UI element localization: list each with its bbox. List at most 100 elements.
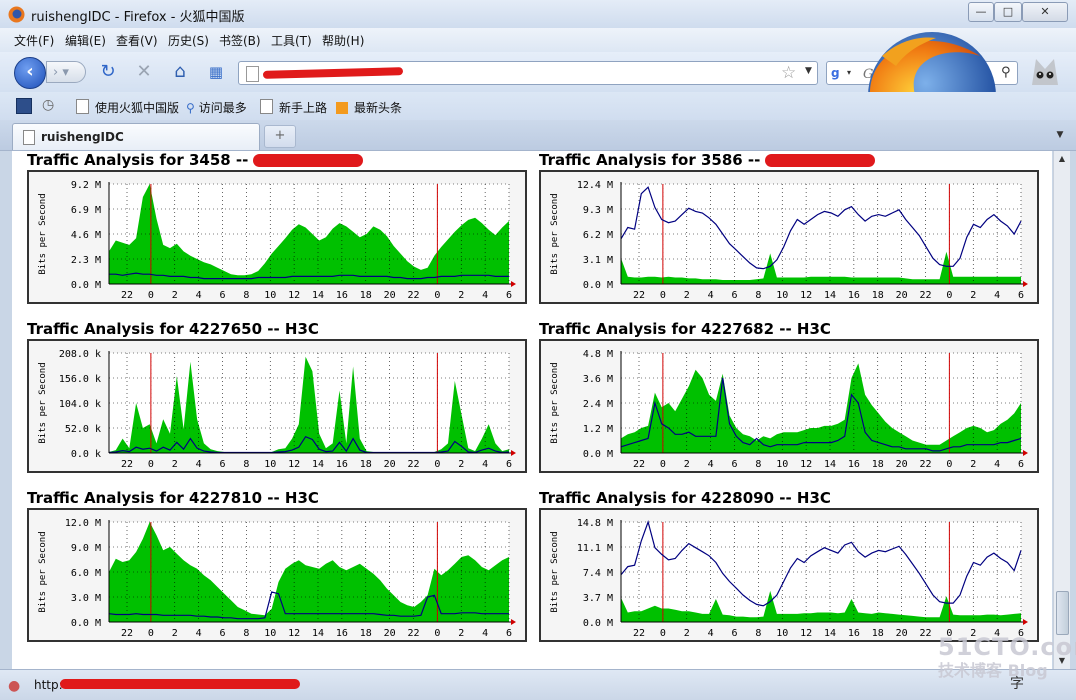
x-tick-label: 0 [434, 628, 440, 639]
x-tick-label: 4 [482, 459, 488, 470]
x-tick-label: 10 [776, 459, 788, 470]
menu-view[interactable]: 查看(V) [116, 32, 158, 49]
x-tick-label: 10 [776, 628, 788, 639]
home-icon[interactable]: ⌂ [170, 62, 190, 82]
forward-button[interactable]: › ▾ [46, 61, 86, 83]
bookmarks-menu-icon[interactable] [16, 98, 32, 114]
y-tick-label: 4.8 M [583, 349, 613, 360]
menu-file[interactable]: 文件(F) [14, 32, 54, 49]
x-tick-label: 0 [660, 628, 666, 639]
bookmark-label: 使用火狐中国版 [95, 101, 180, 115]
x-tick-label: 12 [288, 628, 300, 639]
menu-bookmarks[interactable]: 书签(B) [219, 32, 261, 49]
y-tick-label: 9.3 M [583, 205, 613, 216]
x-tick-label: 18 [872, 290, 884, 301]
axis-arrow-icon [1023, 450, 1028, 456]
y-axis-label: Bits per Second [38, 531, 48, 612]
x-tick-label: 22 [919, 459, 931, 470]
x-tick-label: 18 [872, 459, 884, 470]
y-tick-label: 6.9 M [71, 205, 101, 216]
bookmark-item[interactable]: 新手上路 [260, 99, 327, 116]
x-tick-label: 18 [872, 628, 884, 639]
x-tick-label: 2 [970, 459, 976, 470]
tab-bar: ruishengIDC + ▼ [0, 120, 1076, 151]
x-tick-label: 22 [633, 290, 645, 301]
graph-frame: 22 0 2 4 6 8 10 12 14 16 18 20 22 0 2 4 6 0.0 M 3.0 M 6.0 M… [27, 508, 527, 642]
y-tick-label: 2.3 M [71, 255, 101, 266]
maximize-button[interactable]: □ [994, 2, 1022, 22]
reload-icon[interactable]: ↻ [98, 62, 118, 82]
y-tick-label: 7.4 M [583, 568, 613, 579]
history-clock-icon[interactable]: ◷ [42, 97, 54, 113]
traffic-graph: 22 0 2 4 6 8 10 12 14 16 18 20 22 0 2 4 6 0.0 M 3.1 M 6.2 M… [550, 180, 1028, 301]
traffic-graph: 22 0 2 4 6 8 10 12 14 16 18 20 22 0 2 4 6 0.0 M 2.3 M 4.6 M… [38, 180, 516, 301]
x-tick-label: 4 [196, 290, 202, 301]
x-tick-label: 8 [755, 459, 761, 470]
axis-arrow-icon [511, 281, 516, 287]
x-tick-label: 6 [506, 628, 512, 639]
traffic-graph: 22 0 2 4 6 8 10 12 14 16 18 20 22 0 2 4 6 0.0 k 52.0 k 104.… [38, 349, 516, 470]
x-tick-label: 8 [243, 628, 249, 639]
x-tick-label: 2 [684, 459, 690, 470]
y-tick-label: 0.0 k [71, 449, 101, 460]
persona-mascot-icon [1032, 59, 1058, 85]
x-tick-label: 0 [660, 459, 666, 470]
y-tick-label: 3.6 M [583, 374, 613, 385]
x-tick-label: 12 [288, 290, 300, 301]
status-text: http: [34, 678, 63, 692]
x-tick-label: 2 [172, 459, 178, 470]
minimize-button[interactable]: — [968, 2, 994, 22]
x-tick-label: 20 [384, 459, 396, 470]
vertical-scrollbar[interactable]: ▲ ▼ [1053, 151, 1070, 669]
x-tick-label: 6 [731, 459, 737, 470]
x-tick-label: 4 [482, 290, 488, 301]
x-tick-label: 6 [1018, 459, 1024, 470]
bookmark-star-icon[interactable]: ☆ [781, 63, 796, 83]
bookmark-item[interactable]: 最新头条 [336, 99, 402, 116]
x-tick-label: 2 [458, 459, 464, 470]
rss-feed-icon [336, 102, 348, 114]
ime-indicator: 字 [1010, 676, 1024, 692]
stop-icon[interactable]: ✕ [134, 62, 154, 82]
menu-history[interactable]: 历史(S) [168, 32, 209, 49]
x-tick-label: 6 [219, 628, 225, 639]
menu-tools[interactable]: 工具(T) [271, 32, 312, 49]
x-tick-label: 4 [196, 459, 202, 470]
x-tick-label: 0 [434, 459, 440, 470]
x-tick-label: 6 [506, 459, 512, 470]
url-dropdown-icon[interactable]: ▼ [805, 66, 812, 76]
y-tick-label: 0.0 M [71, 618, 101, 629]
y-tick-label: 9.2 M [71, 180, 101, 191]
y-tick-label: 0.0 M [583, 618, 613, 629]
scroll-up-icon[interactable]: ▲ [1054, 151, 1070, 167]
graph-title: Traffic Analysis for 4228090 -- H3C [539, 489, 831, 507]
url-bar[interactable]: ☆ ▼ [238, 61, 818, 85]
x-tick-label: 22 [121, 459, 133, 470]
bookmark-item[interactable]: ⚲ 访问最多 [186, 99, 247, 116]
y-tick-label: 3.1 M [583, 255, 613, 266]
x-tick-label: 8 [243, 459, 249, 470]
watermark: 51CTO.com 技术博客 Blog [938, 633, 1076, 681]
x-tick-label: 8 [755, 290, 761, 301]
close-button[interactable]: ✕ [1022, 2, 1068, 22]
scroll-thumb[interactable] [1056, 591, 1069, 635]
new-tab-button[interactable]: + [264, 125, 296, 148]
windows-icon[interactable]: ▦ [206, 62, 226, 82]
back-button[interactable]: ‹ [14, 57, 46, 89]
y-tick-label: 0.0 M [583, 280, 613, 291]
page-content: Traffic Analysis for 3458 -- 22 0 2 4 6 8 10 12… [12, 151, 1052, 669]
page-icon [260, 99, 273, 114]
x-tick-label: 2 [970, 290, 976, 301]
x-tick-label: 10 [776, 290, 788, 301]
tab-list-dropdown-icon[interactable]: ▼ [1052, 126, 1068, 144]
tab-ruishengidc[interactable]: ruishengIDC [12, 123, 260, 150]
bookmark-item[interactable]: 使用火狐中国版 [76, 99, 179, 116]
graph-frame: 22 0 2 4 6 8 10 12 14 16 18 20 22 0 2 4 6 0.0 M 3.1 M 6.2 M… [539, 170, 1039, 304]
x-tick-label: 16 [848, 459, 860, 470]
menu-edit[interactable]: 编辑(E) [65, 32, 106, 49]
x-tick-label: 22 [121, 290, 133, 301]
traffic-graph-panel: Traffic Analysis for 3458 -- 22 0 2 4 6 8 10 12… [24, 151, 527, 306]
url-redaction [262, 67, 404, 79]
menu-help[interactable]: 帮助(H) [322, 32, 364, 49]
y-axis-label: Bits per Second [550, 193, 560, 274]
